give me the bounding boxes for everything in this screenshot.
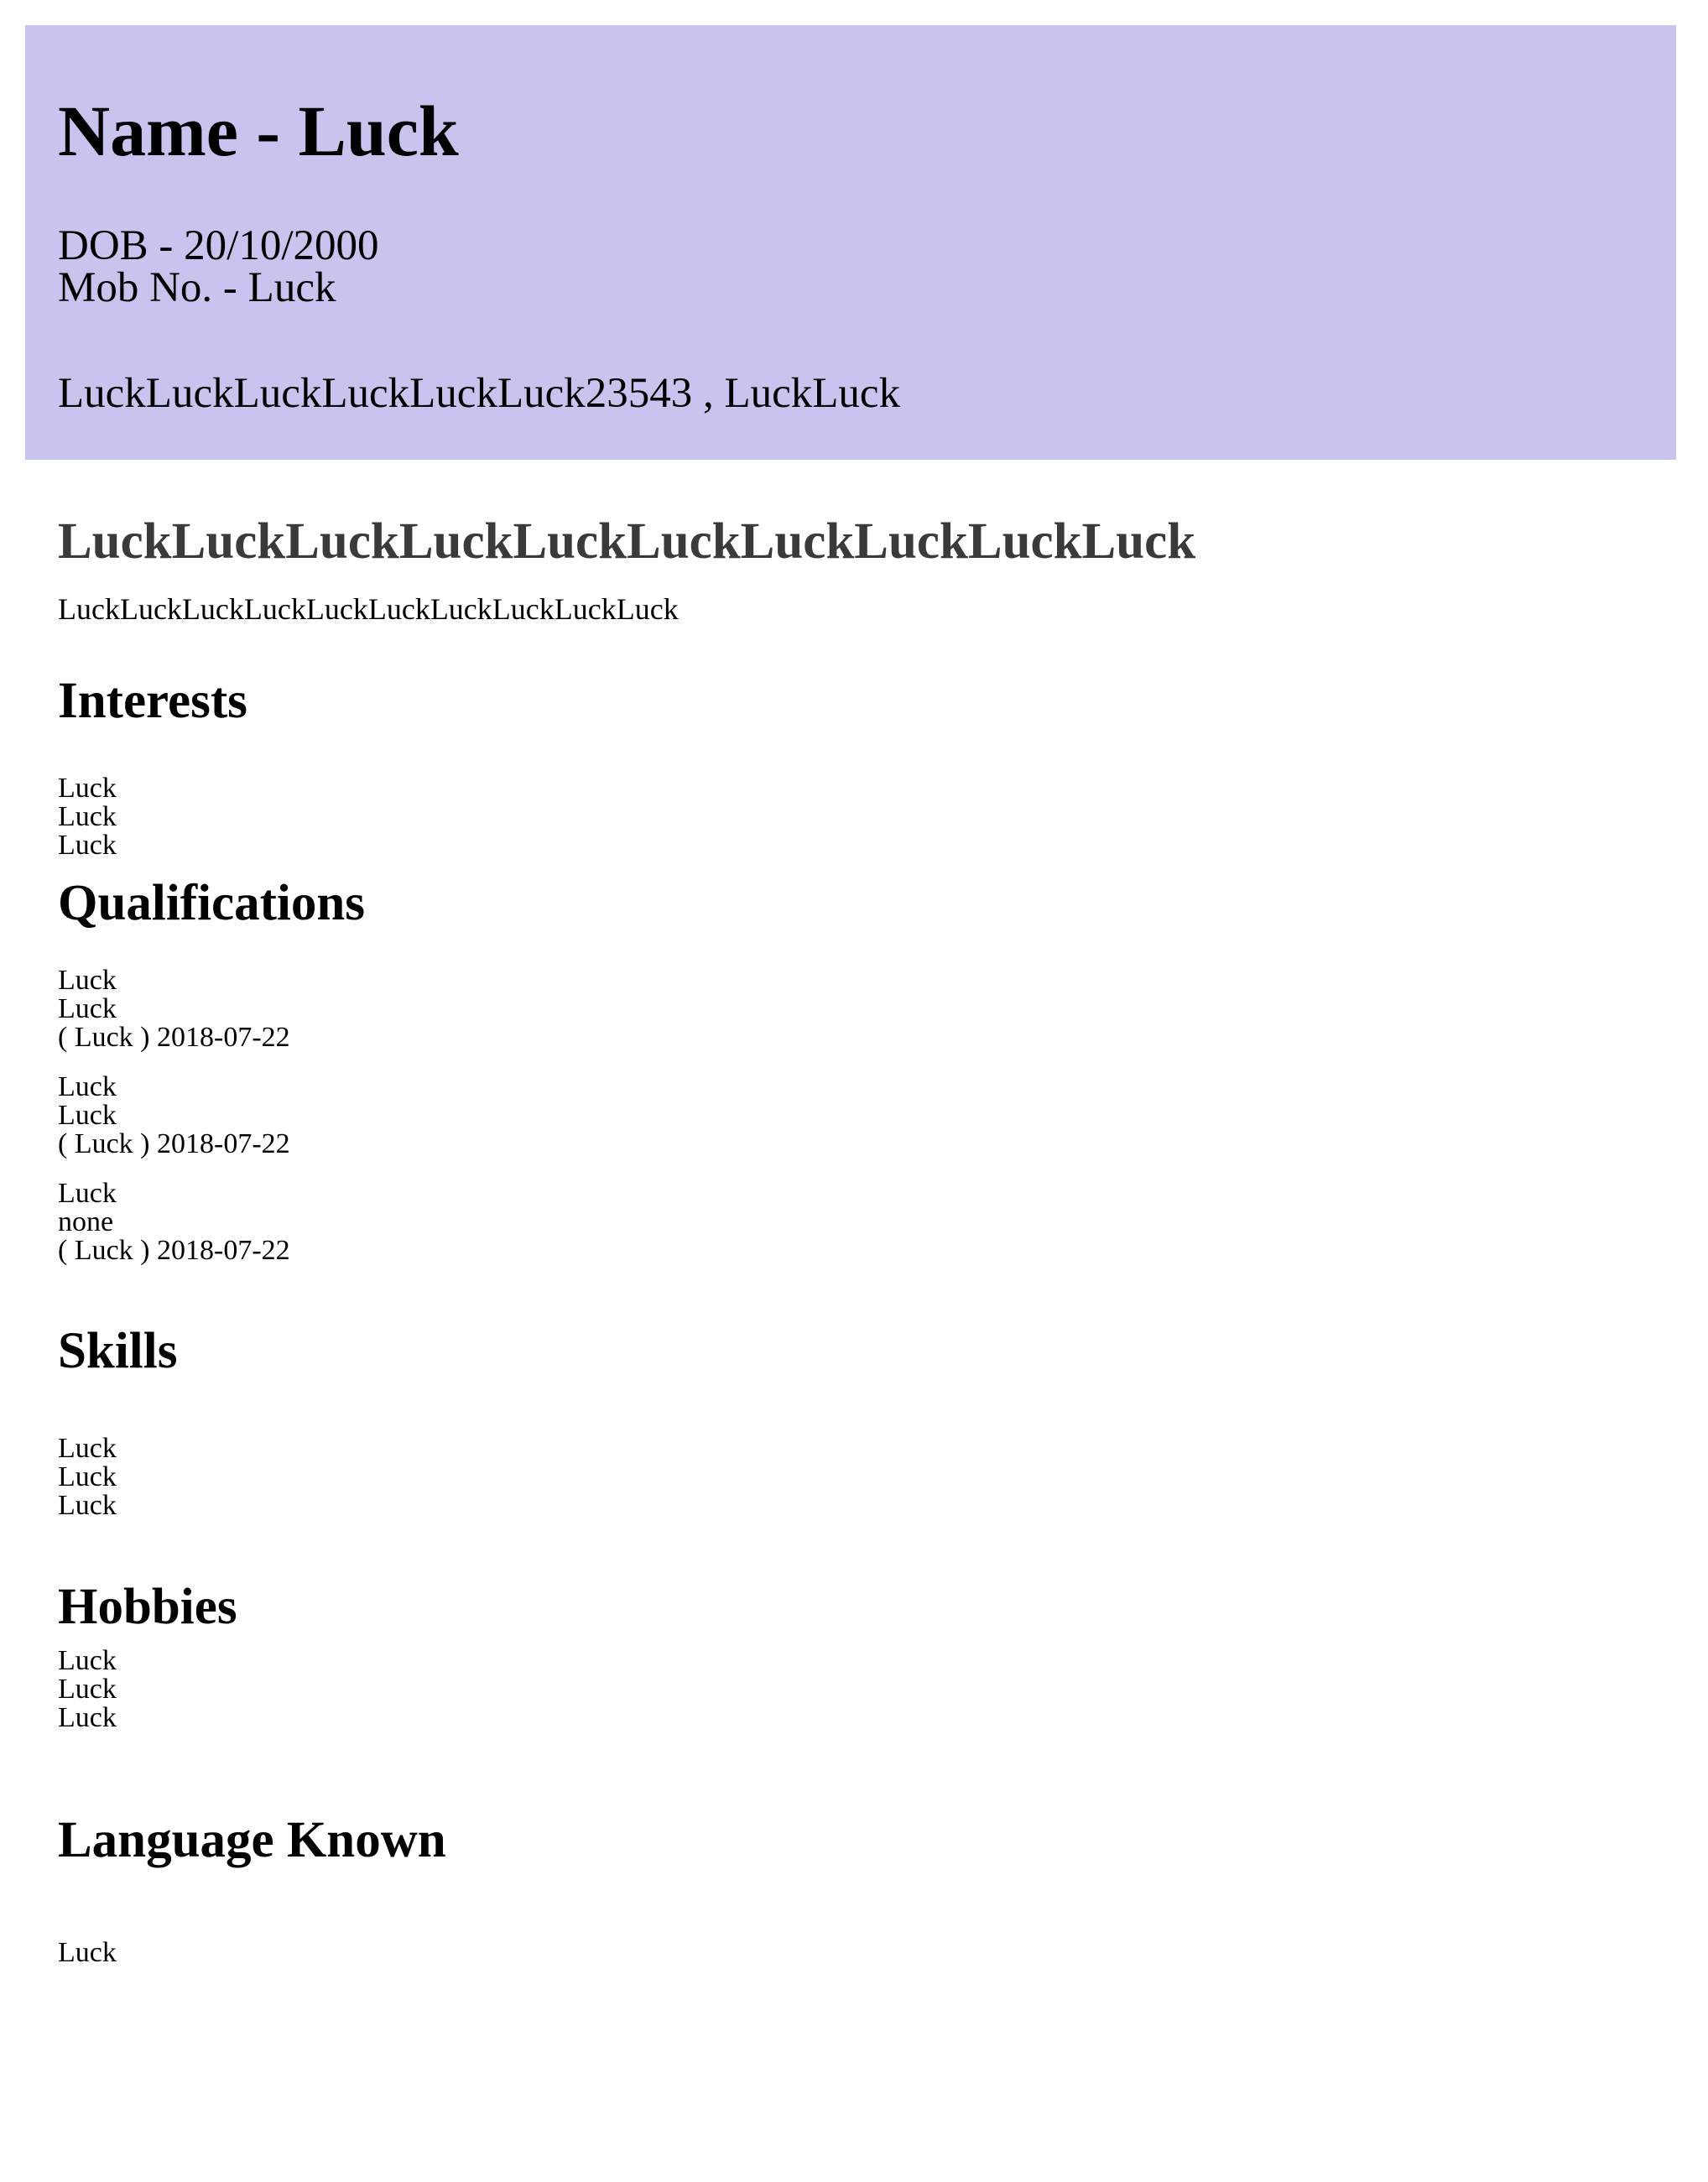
languages-heading: Language Known [58, 1812, 446, 1868]
qualification-line: Luck [58, 965, 117, 996]
interests-list: Luck Luck Luck [58, 774, 117, 860]
list-item: Luck [58, 1645, 117, 1676]
objective-title: LuckLuckLuckLuckLuckLuckLuckLuckLuckLuck [58, 513, 1196, 570]
qualification-date: ( Luck ) 2018-07-22 [58, 1235, 290, 1266]
list-item: Luck [58, 1433, 117, 1464]
list-item: Luck [58, 773, 117, 804]
list-item: Luck [58, 1674, 117, 1705]
list-item: Luck [58, 830, 117, 861]
qualification-date: ( Luck ) 2018-07-22 [58, 1128, 290, 1159]
date-of-birth: DOB - 20/10/2000 [58, 222, 379, 269]
skills-heading: Skills [58, 1323, 178, 1379]
qualifications-heading: Qualifications [58, 875, 366, 931]
list-item: Luck [58, 1461, 117, 1492]
skills-list: Luck Luck Luck [58, 1435, 117, 1520]
address: LuckLuckLuckLuckLuckLuck23543 , LuckLuck [58, 370, 901, 417]
candidate-name: Name - Luck [58, 91, 459, 171]
hobbies-heading: Hobbies [58, 1579, 237, 1635]
list-item: Luck [58, 1490, 117, 1521]
list-item: Luck [58, 1702, 117, 1733]
list-item: Luck [58, 1937, 117, 1968]
qualification-line: Luck [58, 993, 117, 1024]
qualification-line: Luck [58, 1071, 117, 1102]
hobbies-list: Luck Luck Luck [58, 1647, 117, 1732]
qualification-entry: Luck Luck ( Luck ) 2018-07-22 [58, 966, 290, 1052]
qualification-entry: Luck none ( Luck ) 2018-07-22 [58, 1180, 290, 1265]
qualification-line: Luck [58, 1100, 117, 1131]
qualification-line: Luck [58, 1178, 117, 1209]
qualification-date: ( Luck ) 2018-07-22 [58, 1022, 290, 1053]
objective-text: LuckLuckLuckLuckLuckLuckLuckLuckLuckLuck [58, 592, 679, 626]
interests-heading: Interests [58, 673, 247, 729]
mobile-number: Mob No. - Luck [58, 264, 336, 311]
list-item: Luck [58, 801, 117, 832]
languages-list: Luck [58, 1939, 117, 1967]
qualification-entry: Luck Luck ( Luck ) 2018-07-22 [58, 1073, 290, 1159]
qualification-line: none [58, 1206, 114, 1237]
